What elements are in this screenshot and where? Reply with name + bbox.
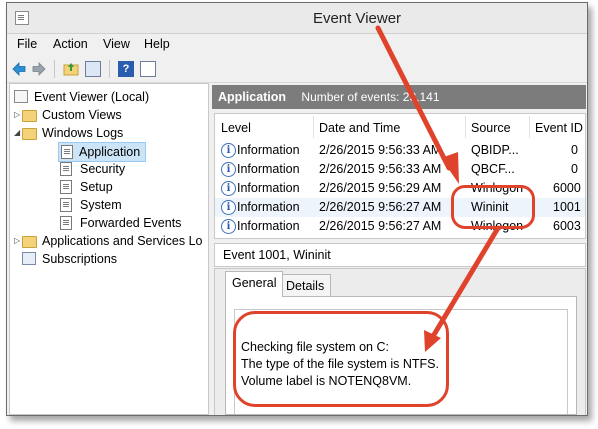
- annotation-arrow-down: [375, 25, 452, 171]
- annotation-arrow-link: [429, 225, 501, 341]
- annotation-arrows: [375, 25, 501, 352]
- tab-general[interactable]: General: [225, 271, 284, 297]
